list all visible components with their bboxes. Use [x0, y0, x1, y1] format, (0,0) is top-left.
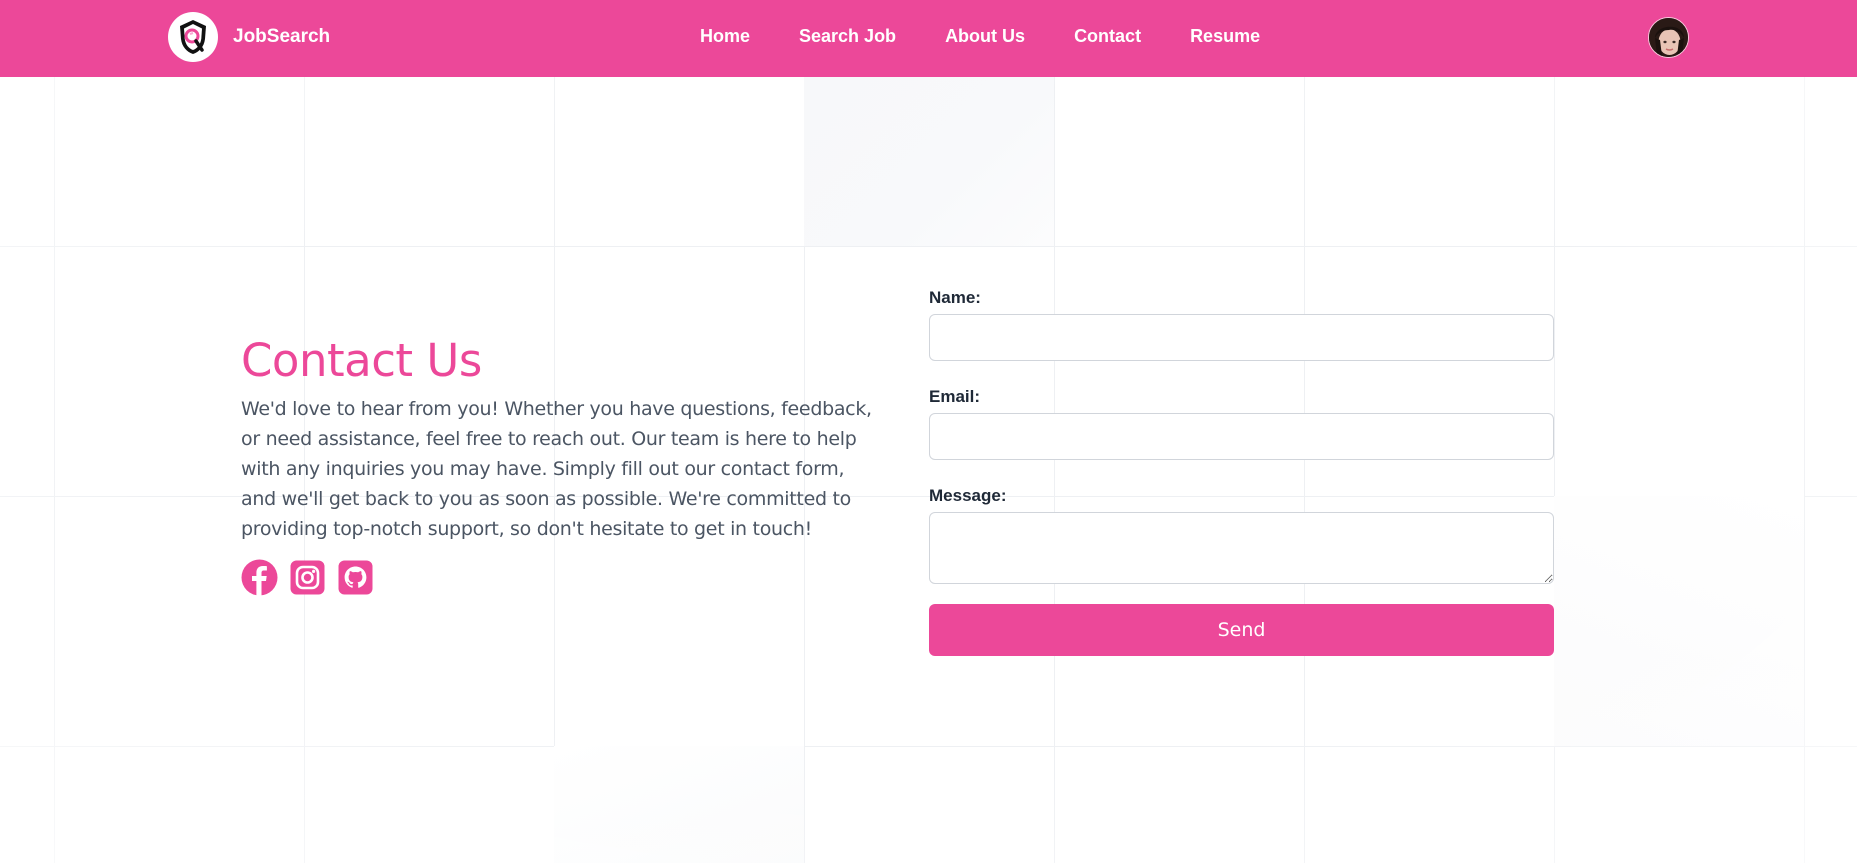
- brand-name: JobSearch: [233, 26, 331, 47]
- contact-description: We'd love to hear from you! Whether you …: [241, 398, 872, 540]
- avatar[interactable]: [1648, 17, 1689, 58]
- nav-resume[interactable]: Resume: [1190, 26, 1260, 47]
- message-field[interactable]: [929, 512, 1554, 584]
- grid-shade: [554, 746, 804, 863]
- nav-contact[interactable]: Contact: [1074, 26, 1141, 47]
- nav-search-job[interactable]: Search Job: [799, 26, 896, 47]
- message-label: Message:: [929, 486, 1007, 505]
- grid-shade: [804, 77, 1054, 246]
- github-icon[interactable]: [337, 559, 374, 596]
- email-field[interactable]: [929, 413, 1554, 460]
- navbar: JobSearch Home Search Job About Us Conta…: [0, 0, 1857, 77]
- nav-home[interactable]: Home: [700, 26, 750, 47]
- logo-icon: [168, 12, 218, 62]
- facebook-icon[interactable]: [241, 559, 278, 596]
- instagram-icon[interactable]: [289, 559, 326, 596]
- send-button[interactable]: Send: [929, 604, 1554, 656]
- email-label: Email:: [929, 387, 981, 406]
- name-label: Name:: [929, 288, 981, 307]
- main-nav: Home Search Job About Us Contact Resume: [700, 0, 1309, 72]
- page: JobSearch Home Search Job About Us Conta…: [0, 0, 1857, 863]
- contact-form: Name: Email: Message: Send: [929, 285, 1554, 656]
- grid-shade: [1554, 496, 1804, 746]
- page-title: Contact Us: [241, 334, 482, 387]
- name-field[interactable]: [929, 314, 1554, 361]
- social-links: [241, 559, 385, 596]
- nav-about-us[interactable]: About Us: [945, 26, 1025, 47]
- brand-link[interactable]: JobSearch: [168, 12, 330, 62]
